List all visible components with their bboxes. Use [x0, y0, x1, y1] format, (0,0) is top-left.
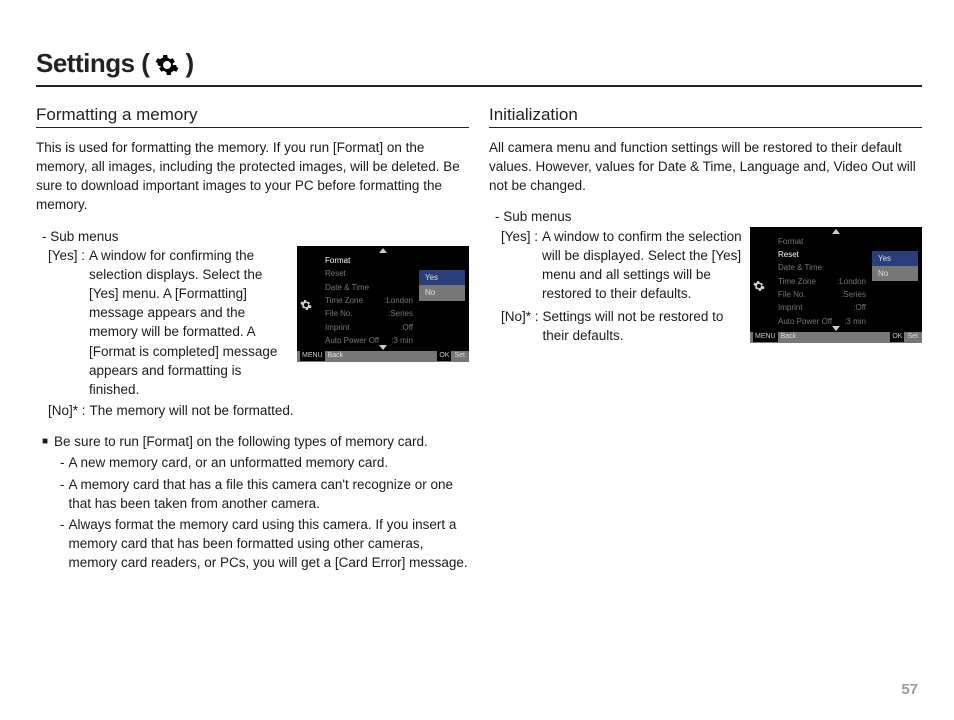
- submenu-text: [Yes] : A window to confirm the selectio…: [489, 227, 742, 346]
- bar-set: Set: [454, 351, 465, 361]
- gear-icon: [300, 299, 312, 311]
- yes-item: [Yes] : A window for confirming the sele…: [48, 246, 289, 399]
- section-heading-formatting: Formatting a memory: [36, 105, 469, 128]
- page-number: 57: [901, 681, 918, 698]
- initialization-intro: All camera menu and function settings wi…: [489, 138, 922, 195]
- bar-set: Set: [907, 332, 918, 342]
- gear-icon: [155, 53, 179, 77]
- menu-row: Format: [768, 235, 870, 248]
- note-item: -Always format the memory card using thi…: [60, 515, 469, 572]
- menu-row: Auto Power Off:3 min: [768, 315, 870, 328]
- yes-text: A window to confirm the selection will b…: [542, 227, 742, 304]
- menu-row: Date & Time: [768, 261, 870, 274]
- menu-row: Imprint:Off: [768, 301, 870, 314]
- ok-tag: OK: [890, 332, 904, 342]
- sub-menus-label: - Sub menus: [495, 207, 922, 226]
- menu-row: Format: [315, 254, 417, 267]
- title-text-b: ): [185, 48, 193, 79]
- notes-heading: ■ Be sure to run [Format] on the followi…: [42, 432, 469, 451]
- up-arrow-icon: [832, 229, 840, 234]
- popup-option-no: No: [872, 266, 918, 281]
- popup-option-no: No: [419, 285, 465, 300]
- formatting-intro: This is used for formatting the memory. …: [36, 138, 469, 215]
- square-bullet-icon: ■: [42, 435, 48, 451]
- yes-item: [Yes] : A window to confirm the selectio…: [501, 227, 742, 304]
- popup-option-yes: Yes: [872, 251, 918, 266]
- menu-row: Time Zone:London: [315, 294, 417, 307]
- sub-menus-label: - Sub menus: [42, 227, 469, 246]
- menu-tag: MENU: [300, 351, 325, 361]
- yes-key: [Yes] :: [48, 246, 85, 399]
- down-arrow-icon: [832, 326, 840, 331]
- yes-text: A window for confirming the selection di…: [89, 246, 289, 399]
- menu-row: Reset: [768, 248, 870, 261]
- title-text-a: Settings (: [36, 48, 149, 79]
- no-item: [No]* : Settings will not be restored to…: [501, 307, 742, 345]
- up-arrow-icon: [379, 248, 387, 253]
- menu-tag: MENU: [753, 332, 778, 342]
- ok-tag: OK: [437, 351, 451, 361]
- notes-heading-text: Be sure to run [Format] on the following…: [54, 432, 428, 451]
- no-text: The memory will not be formatted.: [90, 401, 294, 420]
- left-column: Formatting a memory This is used for for…: [36, 105, 469, 572]
- yes-no-popup: Yes No: [872, 251, 918, 282]
- manual-page: Settings ( ) Formatting a memory This is…: [0, 0, 954, 720]
- no-text: Settings will not be restored to their d…: [543, 307, 742, 345]
- popup-option-yes: Yes: [419, 270, 465, 285]
- section-heading-initialization: Initialization: [489, 105, 922, 128]
- no-key: [No]* :: [501, 307, 539, 345]
- screenshot-sidebar: [750, 241, 768, 331]
- down-arrow-icon: [379, 345, 387, 350]
- note-item: -A memory card that has a file this came…: [60, 475, 469, 513]
- menu-row: Auto Power Off:3 min: [315, 334, 417, 347]
- screenshot-sidebar: [297, 260, 315, 350]
- gear-icon: [753, 280, 765, 292]
- right-column: Initialization All camera menu and funct…: [489, 105, 922, 572]
- submenu-text: [Yes] : A window for confirming the sele…: [36, 246, 289, 399]
- screenshot-menu: Format Reset Date & Time Time Zone:Londo…: [768, 235, 870, 331]
- yes-key: [Yes] :: [501, 227, 538, 304]
- formatting-submenu-block: [Yes] : A window for confirming the sele…: [36, 246, 469, 399]
- bar-back: Back: [328, 351, 344, 361]
- two-column-layout: Formatting a memory This is used for for…: [36, 105, 922, 572]
- initialization-submenu-block: [Yes] : A window to confirm the selectio…: [489, 227, 922, 346]
- note-item: -A new memory card, or an unformatted me…: [60, 453, 469, 472]
- menu-row: Imprint:Off: [315, 321, 417, 334]
- no-key: [No]* :: [48, 401, 86, 420]
- bar-back: Back: [781, 332, 797, 342]
- screenshot-menu: Format Reset Date & Time Time Zone:Londo…: [315, 254, 417, 350]
- camera-screenshot-format: Format Reset Date & Time Time Zone:Londo…: [297, 246, 469, 362]
- right-body: All camera menu and function settings wi…: [489, 138, 922, 346]
- no-item: [No]* : The memory will not be formatted…: [48, 401, 469, 420]
- format-notes: ■ Be sure to run [Format] on the followi…: [42, 432, 469, 572]
- camera-screenshot-reset: Format Reset Date & Time Time Zone:Londo…: [750, 227, 922, 343]
- menu-row: Date & Time: [315, 281, 417, 294]
- menu-row: Reset: [315, 267, 417, 280]
- yes-no-popup: Yes No: [419, 270, 465, 301]
- menu-row: File No.:Series: [768, 288, 870, 301]
- screenshot-footer-bar: MENU Back OK Set: [750, 332, 922, 343]
- menu-row: File No.:Series: [315, 307, 417, 320]
- page-title: Settings ( ): [36, 48, 922, 87]
- menu-row: Time Zone:London: [768, 275, 870, 288]
- left-body: This is used for formatting the memory. …: [36, 138, 469, 572]
- screenshot-footer-bar: MENU Back OK Set: [297, 351, 469, 362]
